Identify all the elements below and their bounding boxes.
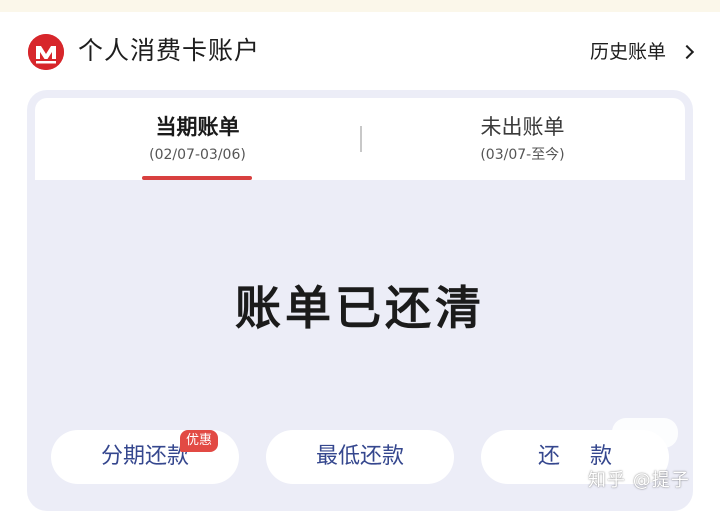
bill-status-text: 账单已还清 <box>235 281 485 335</box>
tab-current-bill-range: (02/07-03/06) <box>149 147 246 163</box>
account-title: 个人消费卡账户 <box>78 36 261 65</box>
chevron-right-icon <box>679 44 695 60</box>
watermark-text: 知乎 @提子 <box>588 470 690 491</box>
watermark-smudge <box>612 418 678 448</box>
account-header: 个人消费卡账户 历史账单 <box>0 12 720 90</box>
tab-current-bill[interactable]: 当期账单 (02/07-03/06) <box>35 98 360 180</box>
history-bills-link[interactable]: 历史账单 <box>589 38 695 66</box>
minimum-repay-button[interactable]: 最低还款 <box>266 430 454 484</box>
history-bills-label: 历史账单 <box>589 41 666 63</box>
tab-unbilled-label: 未出账单 <box>480 115 565 139</box>
tab-unbilled[interactable]: 未出账单 (03/07-至今) <box>360 98 685 180</box>
bill-tabs: 当期账单 (02/07-03/06) 未出账单 (03/07-至今) <box>35 98 685 180</box>
tab-selected-indicator <box>142 176 252 180</box>
top-strip <box>0 0 720 12</box>
tab-unbilled-range: (03/07-至今) <box>480 147 565 163</box>
tab-current-bill-label: 当期账单 <box>155 115 240 139</box>
bill-card: 当期账单 (02/07-03/06) 未出账单 (03/07-至今) 账单已还清… <box>27 90 693 511</box>
bank-logo-icon <box>28 34 64 70</box>
promo-badge: 优惠 <box>180 430 219 452</box>
